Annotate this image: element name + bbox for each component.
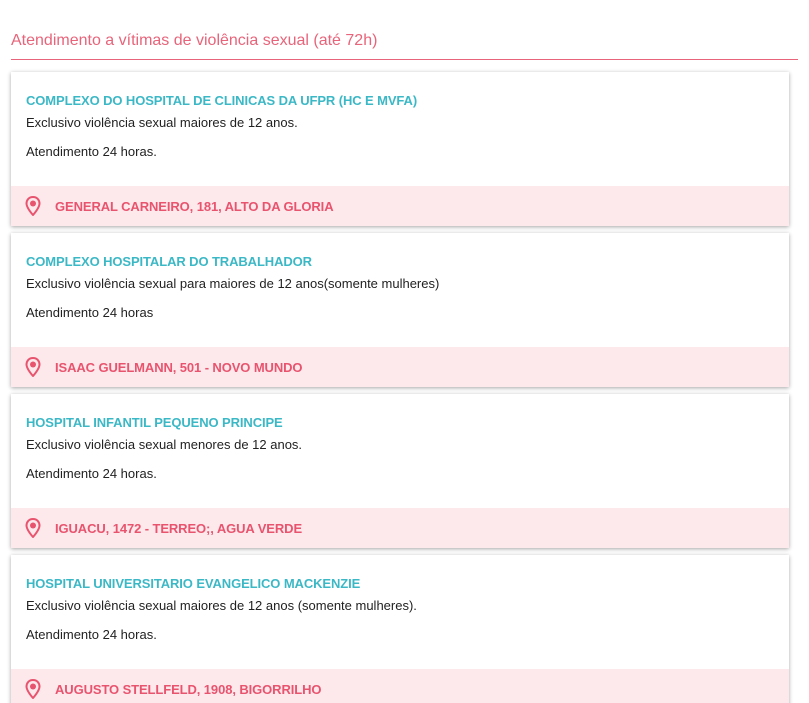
card-body: COMPLEXO DO HOSPITAL DE CLINICAS DA UFPR… xyxy=(11,72,789,186)
map-pin-icon xyxy=(25,196,41,216)
hospital-name[interactable]: COMPLEXO DO HOSPITAL DE CLINICAS DA UFPR… xyxy=(26,93,774,115)
hospital-address[interactable]: IGUACU, 1472 - TERREO;, AGUA VERDE xyxy=(11,508,789,548)
hospital-address[interactable]: AUGUSTO STELLFELD, 1908, BIGORRILHO xyxy=(11,669,789,703)
map-pin-icon xyxy=(25,679,41,699)
content: Atendimento a vítimas de violência sexua… xyxy=(0,0,809,703)
hospital-hours: Atendimento 24 horas. xyxy=(26,144,157,159)
hospital-description: Exclusivo violência sexual maiores de 12… xyxy=(26,598,417,613)
address-text[interactable]: AUGUSTO STELLFELD, 1908, BIGORRILHO xyxy=(55,682,322,697)
card-body: COMPLEXO HOSPITALAR DO TRABALHADOR Exclu… xyxy=(11,233,789,347)
hospital-name[interactable]: HOSPITAL UNIVERSITARIO EVANGELICO MACKEN… xyxy=(26,576,774,598)
hospital-description: Exclusivo violência sexual para maiores … xyxy=(26,276,440,291)
address-text[interactable]: ISAAC GUELMANN, 501 - NOVO MUNDO xyxy=(55,360,303,375)
hospital-address[interactable]: GENERAL CARNEIRO, 181, ALTO DA GLORIA xyxy=(11,186,789,226)
hospital-address[interactable]: ISAAC GUELMANN, 501 - NOVO MUNDO xyxy=(11,347,789,387)
hospital-description: Exclusivo violência sexual menores de 12… xyxy=(26,437,303,452)
hospital-name[interactable]: HOSPITAL INFANTIL PEQUENO PRINCIPE xyxy=(26,415,774,437)
hospital-hours: Atendimento 24 horas xyxy=(26,305,154,320)
card-body: HOSPITAL UNIVERSITARIO EVANGELICO MACKEN… xyxy=(11,555,789,669)
hospital-card[interactable]: HOSPITAL UNIVERSITARIO EVANGELICO MACKEN… xyxy=(11,555,789,703)
hospital-name[interactable]: COMPLEXO HOSPITALAR DO TRABALHADOR xyxy=(26,254,774,276)
hospital-hours: Atendimento 24 horas. xyxy=(26,627,157,642)
hospital-card[interactable]: HOSPITAL INFANTIL PEQUENO PRINCIPE Exclu… xyxy=(11,394,789,548)
map-pin-icon xyxy=(25,518,41,538)
hospital-description: Exclusivo violência sexual maiores de 12… xyxy=(26,115,298,130)
hospital-card[interactable]: COMPLEXO DO HOSPITAL DE CLINICAS DA UFPR… xyxy=(11,72,789,226)
card-body: HOSPITAL INFANTIL PEQUENO PRINCIPE Exclu… xyxy=(11,394,789,508)
address-text[interactable]: IGUACU, 1472 - TERREO;, AGUA VERDE xyxy=(55,521,302,536)
section-title: Atendimento a vítimas de violência sexua… xyxy=(11,0,798,60)
hospital-card[interactable]: COMPLEXO HOSPITALAR DO TRABALHADOR Exclu… xyxy=(11,233,789,387)
address-text[interactable]: GENERAL CARNEIRO, 181, ALTO DA GLORIA xyxy=(55,199,334,214)
hospital-hours: Atendimento 24 horas. xyxy=(26,466,157,481)
map-pin-icon xyxy=(25,357,41,377)
